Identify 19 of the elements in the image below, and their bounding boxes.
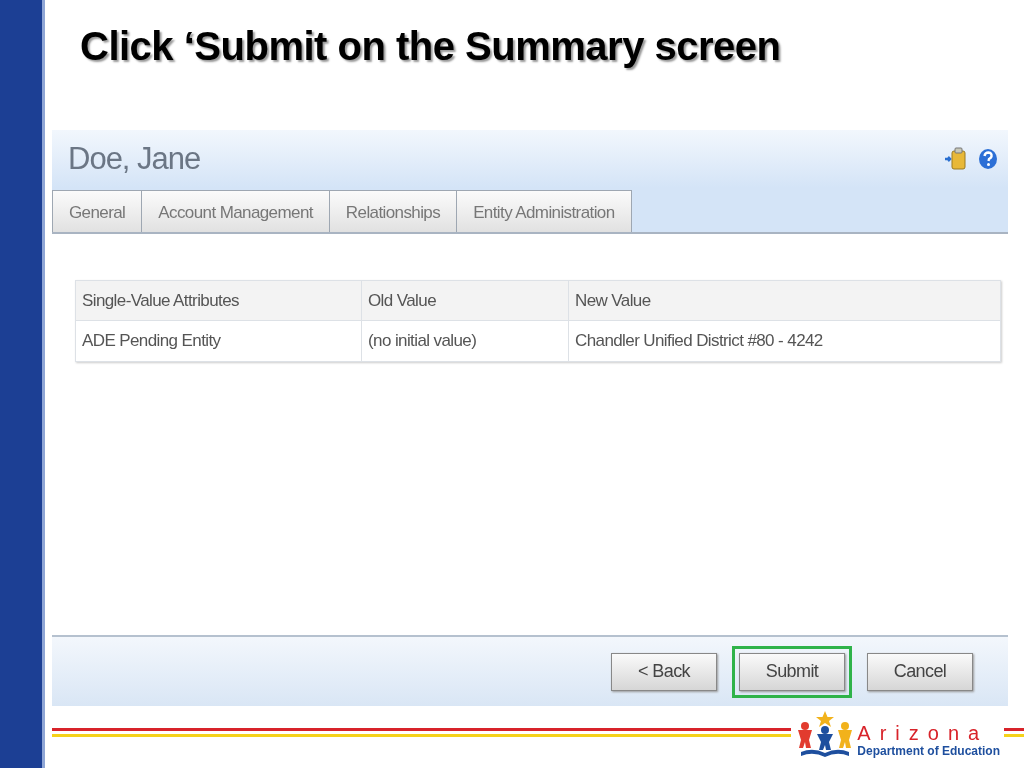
tab[interactable]: Entity Administration [456,190,632,232]
column-header: Single-Value Attributes [75,280,362,321]
clipboard-icon[interactable] [944,147,968,171]
table-cell: Chandler Unified District #80 - 4242 [568,320,1001,362]
tab[interactable]: General [52,190,143,232]
table-cell: (no initial value) [361,320,569,362]
button[interactable]: Cancel [867,652,973,691]
tab[interactable]: Relationships [328,190,458,232]
table-cell: ADE Pending Entity [75,320,362,362]
help-icon[interactable] [978,148,998,170]
slide-title: Click ‘Submit on the Summary screen [80,24,782,69]
logo-subtitle: Department of Education [857,744,1000,758]
window-title: Doe, Jane [68,141,201,177]
button[interactable]: Submit [739,652,845,691]
logo-name: Arizona [857,722,990,744]
button[interactable]: < Back [611,652,717,691]
column-header: Old Value [361,280,569,321]
column-header: New Value [568,280,1001,321]
tab[interactable]: Account Management [141,190,330,232]
